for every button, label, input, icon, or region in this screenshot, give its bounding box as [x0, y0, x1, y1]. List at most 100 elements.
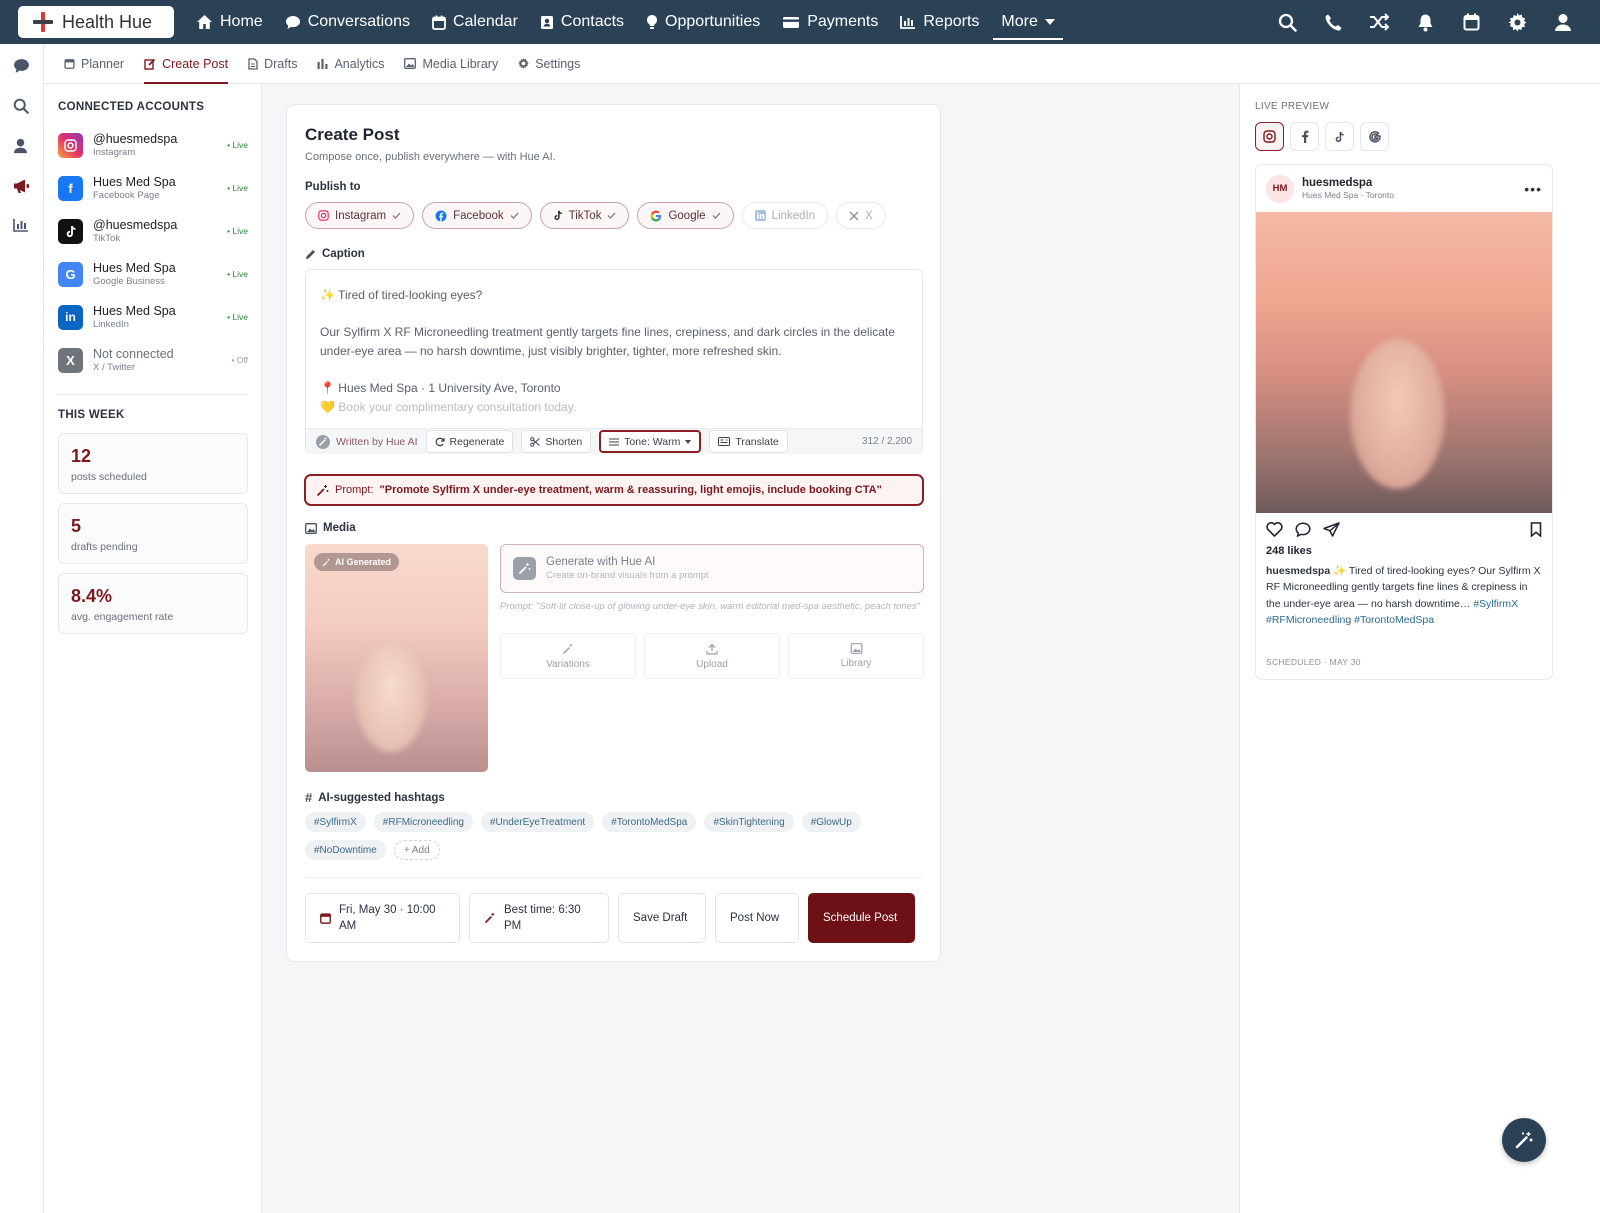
brand-logo[interactable]: Health Hue: [18, 6, 174, 38]
calendar-top-icon[interactable]: [1448, 0, 1494, 44]
chart-icon[interactable]: [13, 218, 31, 236]
ai-assistant-fab[interactable]: [1502, 1118, 1546, 1162]
chip-x[interactable]: X: [836, 202, 886, 229]
account-status: • Live: [227, 140, 248, 150]
chip-facebook[interactable]: Facebook: [422, 202, 532, 229]
post-caption-preview: huesmedspa ✨ Tired of tired-looking eyes…: [1256, 557, 1552, 628]
generate-with-ai-button[interactable]: Generate with Hue AI Create on-brand vis…: [500, 544, 924, 593]
nav-contacts[interactable]: Contacts: [532, 0, 632, 44]
megaphone-icon[interactable]: [13, 178, 31, 196]
tab-media-library[interactable]: Media Library: [404, 44, 498, 84]
variations-button[interactable]: Variations: [500, 633, 636, 679]
add-hashtag-button[interactable]: + Add: [393, 840, 440, 860]
more-options-icon[interactable]: •••: [1524, 181, 1542, 197]
tab-analytics[interactable]: Analytics: [317, 44, 384, 84]
translate-icon: [718, 437, 731, 446]
nav-reports[interactable]: Reports: [892, 0, 987, 44]
account-tiktok[interactable]: @huesmedspa TikTok • Live: [58, 213, 248, 249]
nav-more[interactable]: More: [993, 0, 1064, 44]
tab-planner[interactable]: Planner: [64, 44, 124, 84]
hashtag-chip[interactable]: #SylfirmX: [305, 812, 366, 832]
magic-wand-icon: [562, 643, 574, 655]
shorten-label: Shorten: [545, 435, 583, 448]
hashtag-chip[interactable]: #GlowUp: [801, 812, 861, 832]
facebook-icon[interactable]: [1290, 122, 1319, 151]
nav-calendar-label: Calendar: [452, 13, 518, 30]
account-instagram[interactable]: @huesmedspa Instagram • Live: [58, 127, 248, 163]
nav-opportunities[interactable]: Opportunities: [638, 0, 768, 44]
heart-icon[interactable]: [1266, 521, 1283, 537]
tab-create-post[interactable]: Create Post: [144, 44, 229, 84]
account-platform: Facebook Page: [93, 190, 160, 201]
card-icon: [782, 16, 800, 29]
account-x-twitter[interactable]: X Not connected X / Twitter • Off: [58, 342, 248, 378]
post-now-button[interactable]: Post Now: [715, 893, 799, 943]
ai-generated-image[interactable]: AI Generated: [305, 544, 488, 772]
written-by-label: Written by Hue AI: [336, 435, 418, 448]
tab-media-library-label: Media Library: [422, 56, 499, 71]
image-subject: [1350, 339, 1445, 489]
chip-label: TikTok: [568, 209, 602, 222]
chip-tiktok[interactable]: TikTok: [539, 202, 630, 229]
caption-text[interactable]: ✨ Tired of tired-looking eyes? Our Sylfi…: [320, 286, 900, 417]
best-time-suggestion[interactable]: Best time: 6:30 PM: [469, 893, 609, 943]
chip-linkedin[interactable]: LinkedIn: [741, 202, 829, 229]
bell-icon[interactable]: [1402, 0, 1448, 44]
schedule-date-value: Fri, May 30 · 10:00 AM: [339, 904, 436, 932]
caption-editor[interactable]: ✨ Tired of tired-looking eyes? Our Sylfi…: [305, 269, 923, 454]
upload-icon: [706, 643, 718, 655]
instagram-icon: [58, 132, 83, 158]
stat-label: posts scheduled: [71, 471, 147, 483]
save-draft-button[interactable]: Save Draft: [618, 893, 706, 943]
account-facebook[interactable]: f Hues Med Spa Facebook Page • Live: [58, 170, 248, 206]
hashtag-chip[interactable]: #NoDowntime: [305, 840, 386, 860]
account-google[interactable]: G Hues Med Spa Google Business • Live: [58, 256, 248, 292]
instagram-icon[interactable]: [1255, 122, 1284, 151]
chat-icon[interactable]: [13, 58, 31, 76]
chip-instagram[interactable]: Instagram: [305, 202, 415, 229]
search-icon[interactable]: [13, 98, 31, 116]
hashtag-chip[interactable]: #UnderEyeTreatment: [480, 812, 595, 832]
gear-icon[interactable]: [1494, 0, 1540, 44]
hashtag-chip[interactable]: #RFMicroneedling: [373, 812, 473, 832]
account-linkedin[interactable]: in Hues Med Spa LinkedIn • Live: [58, 299, 248, 335]
search-icon[interactable]: [1264, 0, 1310, 44]
nav-calendar[interactable]: Calendar: [424, 0, 526, 44]
tab-settings[interactable]: Settings: [518, 44, 580, 84]
shorten-button[interactable]: Shorten: [521, 430, 592, 453]
translate-button[interactable]: Translate: [709, 430, 788, 453]
nav-conversations[interactable]: Conversations: [277, 0, 418, 44]
shuffle-icon[interactable]: [1356, 0, 1402, 44]
ai-prompt-bar[interactable]: Prompt: "Promote Sylfirm X under-eye tre…: [304, 474, 924, 506]
hashtag-chip[interactable]: #SkinTightening: [704, 812, 794, 832]
nav-home[interactable]: Home: [188, 0, 271, 44]
user-icon[interactable]: [13, 138, 31, 156]
schedule-post-button[interactable]: Schedule Post: [808, 893, 915, 943]
home-icon: [196, 14, 213, 30]
upload-button[interactable]: Upload: [644, 633, 780, 679]
schedule-date-picker[interactable]: Fri, May 30 · 10:00 AM: [305, 893, 460, 943]
linkedin-icon: [754, 210, 766, 221]
phone-icon[interactable]: [1310, 0, 1356, 44]
regenerate-button[interactable]: Regenerate: [425, 430, 514, 453]
caret-down-icon: [685, 439, 692, 444]
generate-subtitle: Create on-brand visuals from a prompt: [546, 570, 709, 581]
bookmark-icon[interactable]: [1530, 521, 1542, 537]
chip-google[interactable]: Google: [637, 202, 734, 229]
tiktok-icon[interactable]: [1325, 122, 1354, 151]
nav-home-label: Home: [220, 13, 263, 30]
image-subject: [355, 642, 427, 752]
hash-icon: #: [305, 790, 313, 805]
nav-payments[interactable]: Payments: [774, 0, 886, 44]
comment-icon[interactable]: [1295, 521, 1311, 537]
share-icon[interactable]: [1323, 521, 1340, 537]
library-button[interactable]: Library: [788, 633, 924, 679]
tab-drafts[interactable]: Drafts: [248, 44, 297, 84]
stat-posts-scheduled: 12 posts scheduled: [58, 433, 248, 494]
prompt-prefix: Prompt:: [335, 484, 374, 496]
google-icon[interactable]: [1360, 122, 1389, 151]
user-icon[interactable]: [1540, 0, 1586, 44]
hashtag-chip[interactable]: #TorontoMedSpa: [602, 812, 697, 832]
instagram-post-preview: HM huesmedspa Hues Med Spa · Toronto •••…: [1255, 164, 1553, 680]
tone-dropdown[interactable]: Tone: Warm: [599, 430, 702, 453]
